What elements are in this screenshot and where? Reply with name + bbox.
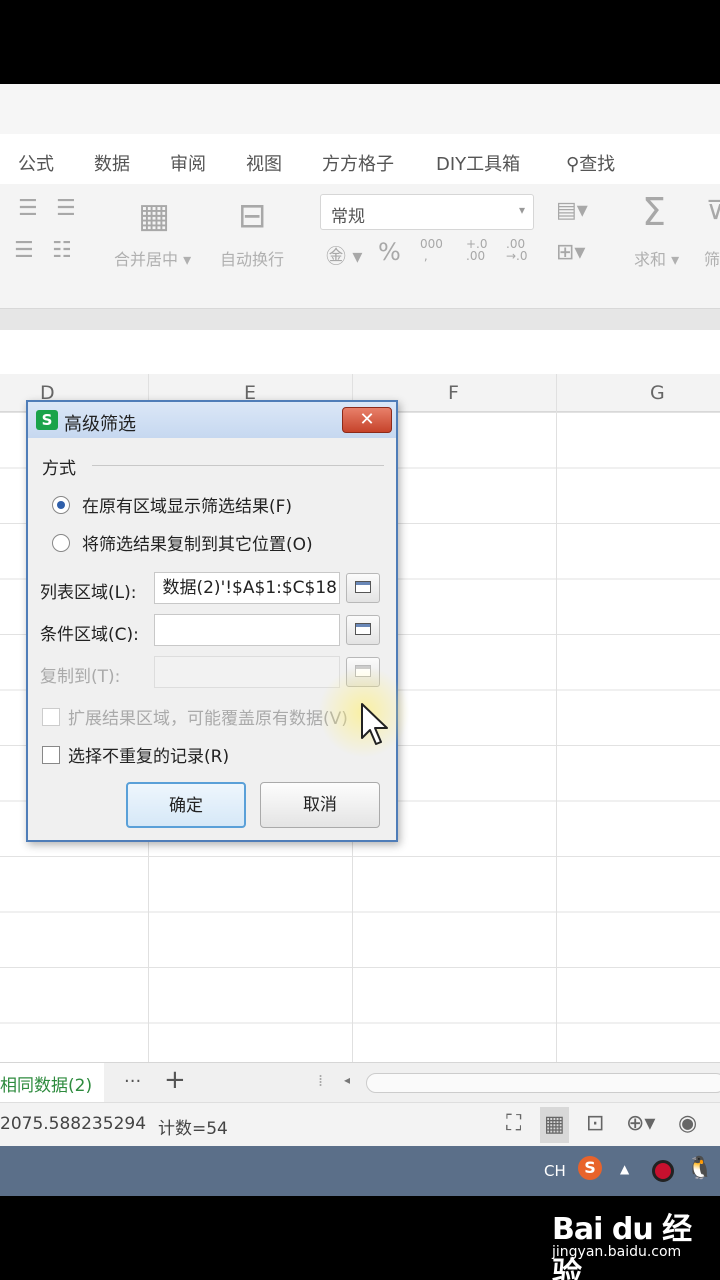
wps-spreadsheet-logo-icon: S: [36, 410, 58, 430]
radio-copy-elsewhere[interactable]: 将筛选结果复制到其它位置(O): [52, 530, 313, 555]
decrease-decimal-icon[interactable]: .00 →.0: [506, 238, 528, 262]
number-format-select[interactable]: 常规 ▾: [320, 194, 534, 230]
tab-data[interactable]: 数据: [94, 150, 130, 176]
page-break-view-icon[interactable]: ⊡: [586, 1111, 604, 1136]
merge-center-icon[interactable]: ▦: [138, 196, 170, 236]
status-average: 2075.588235294: [0, 1114, 147, 1134]
column-divider: [556, 374, 557, 1062]
table-style-icon[interactable]: ▤▾: [556, 198, 588, 223]
dialog-title-bar[interactable]: S 高级筛选 ✕: [28, 402, 396, 438]
windows-taskbar: CH S ▲ 🐧: [0, 1146, 720, 1196]
mode-group-title: 方式: [42, 459, 76, 479]
sogou-ime-icon[interactable]: S: [578, 1156, 602, 1180]
tray-expand-icon[interactable]: ▲: [620, 1162, 629, 1176]
filter-icon[interactable]: ⊽: [706, 196, 720, 226]
eye-protection-icon[interactable]: ◉: [678, 1111, 697, 1136]
watermark-url: jingyan.baidu.com: [552, 1244, 682, 1260]
record-icon[interactable]: [652, 1160, 674, 1182]
scroll-grip-icon[interactable]: ⁞: [318, 1071, 323, 1090]
criteria-range-input[interactable]: [154, 614, 340, 646]
list-range-label: 列表区域(L):: [40, 583, 137, 603]
thousands-separator-icon[interactable]: 000 ,: [420, 238, 443, 262]
filter-label[interactable]: 筛: [704, 246, 720, 270]
title-strip: [0, 84, 720, 134]
list-range-picker-button[interactable]: [346, 573, 380, 603]
reading-layout-icon[interactable]: ⊕▾: [626, 1111, 655, 1136]
merge-center-label[interactable]: 合并居中 ▾: [114, 246, 191, 270]
wrap-text-label[interactable]: 自动换行: [220, 246, 284, 270]
sheet-tab-bar: 相同数据(2) ··· + ⁞ ◂: [0, 1062, 720, 1103]
fullscreen-icon[interactable]: ⛶: [506, 1111, 521, 1136]
baidu-logo: Bai du 经验: [552, 1212, 692, 1280]
search-icon: ⚲: [566, 154, 580, 175]
group-divider: [92, 465, 384, 466]
tab-search[interactable]: ⚲查找: [566, 150, 615, 176]
add-sheet-button[interactable]: +: [164, 1065, 186, 1095]
align-justify-icon[interactable]: ☰: [14, 238, 34, 263]
formula-bar-area[interactable]: [0, 330, 720, 374]
input-language-indicator[interactable]: CH: [544, 1162, 566, 1180]
ribbon-divider: [0, 308, 720, 330]
advanced-filter-dialog: S 高级筛选 ✕ 方式 在原有区域显示筛选结果(F) 将筛选结果复制到其它位置(…: [26, 400, 398, 842]
copy-to-input[interactable]: [154, 656, 340, 688]
range-select-icon: [355, 581, 371, 593]
tab-formula[interactable]: 公式: [18, 150, 54, 176]
checkbox-icon[interactable]: [42, 707, 60, 726]
increase-decimal-icon[interactable]: +.0.00: [466, 238, 488, 262]
tab-fangfang-grid[interactable]: 方方格子: [322, 150, 394, 176]
wrap-text-icon[interactable]: ⊟: [238, 196, 267, 236]
tab-review[interactable]: 审阅: [170, 150, 206, 176]
chevron-down-icon: ▾: [518, 203, 525, 217]
range-select-icon: [355, 623, 371, 635]
more-sheets-button[interactable]: ···: [124, 1071, 141, 1092]
mouse-pointer-icon: [361, 703, 388, 745]
ok-button[interactable]: 确定: [126, 782, 246, 828]
indent-decrease-icon[interactable]: ☰: [18, 196, 38, 221]
percent-button[interactable]: %: [378, 238, 401, 266]
indent-increase-icon[interactable]: ☰: [56, 196, 76, 221]
unique-records-checkbox[interactable]: 选择不重复的记录(R): [42, 742, 229, 767]
normal-view-icon[interactable]: ▦: [540, 1107, 569, 1143]
radio-selected-icon[interactable]: [52, 495, 70, 514]
sheet-tab-active[interactable]: 相同数据(2): [0, 1063, 105, 1103]
sum-label[interactable]: 求和 ▾: [634, 246, 679, 270]
list-range-input[interactable]: 数据(2)'!$A$1:$C$18: [154, 572, 340, 604]
scroll-left-icon[interactable]: ◂: [344, 1073, 350, 1087]
wps-spreadsheet-window: 公式 数据 审阅 视图 方方格子 DIY工具箱 ⚲查找 ☰ ☰ ☰ ☷ ▦ 合并…: [0, 84, 720, 1196]
column-header-g[interactable]: G: [650, 382, 665, 404]
checkbox-icon[interactable]: [42, 745, 60, 764]
status-count: 计数=54: [158, 1119, 228, 1139]
horizontal-scrollbar[interactable]: [366, 1073, 720, 1093]
expand-result-checkbox[interactable]: 扩展结果区域，可能覆盖原有数据(V): [42, 704, 348, 729]
criteria-range-picker-button[interactable]: [346, 615, 380, 645]
cell-style-icon[interactable]: ⊞▾: [556, 240, 585, 265]
tab-diy-toolbox[interactable]: DIY工具箱: [436, 150, 520, 176]
copy-to-label: 复制到(T):: [40, 667, 121, 687]
radio-show-in-place[interactable]: 在原有区域显示筛选结果(F): [52, 492, 292, 517]
baidu-jingyan-watermark: Bai du 经验 jingyan.baidu.com: [552, 1200, 712, 1280]
qq-icon[interactable]: 🐧: [686, 1156, 713, 1181]
cancel-button[interactable]: 取消: [260, 782, 380, 828]
currency-icon[interactable]: ㊎ ▾: [326, 240, 362, 269]
status-bar: 2075.588235294 计数=54 ⛶ ▦ ⊡ ⊕▾ ◉: [0, 1102, 720, 1146]
tab-view[interactable]: 视图: [246, 150, 282, 176]
criteria-range-label: 条件区域(C):: [40, 625, 139, 645]
video-top-bar: [0, 0, 720, 84]
distributed-align-icon[interactable]: ☷: [52, 238, 72, 263]
sum-icon[interactable]: Σ: [642, 190, 666, 234]
close-button[interactable]: ✕: [342, 407, 392, 433]
column-header-f[interactable]: F: [448, 382, 459, 404]
dialog-title: 高级筛选: [64, 414, 136, 435]
radio-unselected-icon[interactable]: [52, 533, 70, 552]
